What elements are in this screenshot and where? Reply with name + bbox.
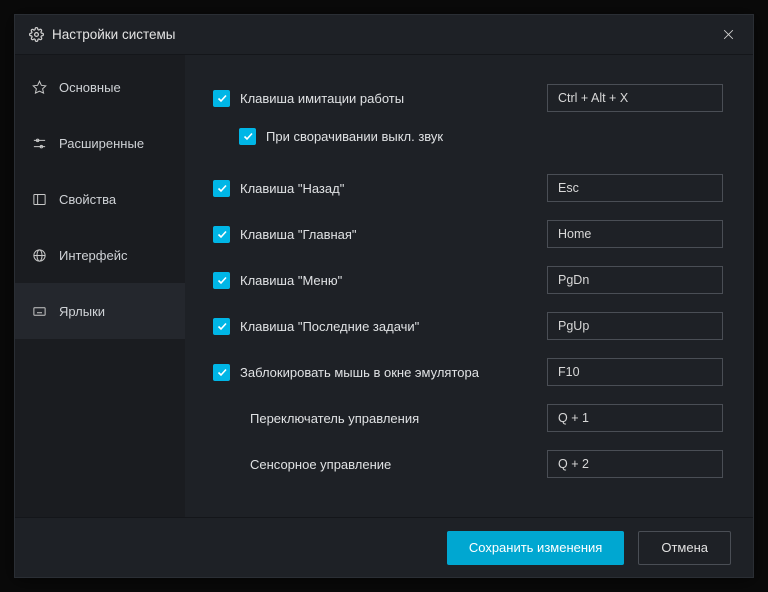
shortcut-menu-key[interactable]: PgDn <box>547 266 723 294</box>
row-ctrl-switch: Переключатель управления Q + 1 <box>213 397 723 439</box>
footer: Сохранить изменения Отмена <box>15 517 753 577</box>
sidebar: Основные Расширенные Свойства Интерфейс … <box>15 55 185 517</box>
content-panel: Клавиша имитации работы Ctrl + Alt + X П… <box>185 55 753 517</box>
checkbox-sim-mute[interactable] <box>239 128 256 145</box>
label-menu-key: Клавиша "Меню" <box>240 273 342 288</box>
sidebar-item-label: Ярлыки <box>59 304 105 319</box>
sidebar-item-label: Расширенные <box>59 136 144 151</box>
star-icon <box>31 80 47 95</box>
shortcut-touch-ctrl[interactable]: Q + 2 <box>547 450 723 478</box>
label-recent-key: Клавиша "Последние задачи" <box>240 319 419 334</box>
checkbox-home-key[interactable] <box>213 226 230 243</box>
sidebar-item-label: Основные <box>59 80 121 95</box>
label-lock-mouse: Заблокировать мышь в окне эмулятора <box>240 365 479 380</box>
sidebar-item-interface[interactable]: Интерфейс <box>15 227 185 283</box>
label-sim-mute: При сворачивании выкл. звук <box>266 129 443 144</box>
settings-window: Настройки системы Основные Расширенные С… <box>14 14 754 578</box>
shortcut-recent-key[interactable]: PgUp <box>547 312 723 340</box>
gear-icon <box>29 27 44 42</box>
checkbox-back-key[interactable] <box>213 180 230 197</box>
label-ctrl-switch: Переключатель управления <box>250 411 419 426</box>
titlebar: Настройки системы <box>15 15 753 55</box>
sidebar-item-basic[interactable]: Основные <box>15 59 185 115</box>
sidebar-item-label: Интерфейс <box>59 248 127 263</box>
sliders-icon <box>31 136 47 151</box>
row-sim-mute: При сворачивании выкл. звук <box>213 115 723 157</box>
sidebar-item-label: Свойства <box>59 192 116 207</box>
globe-icon <box>31 248 47 263</box>
shortcut-back-key[interactable]: Esc <box>547 174 723 202</box>
label-sim-key: Клавиша имитации работы <box>240 91 404 106</box>
row-menu-key: Клавиша "Меню" PgDn <box>213 259 723 301</box>
checkbox-recent-key[interactable] <box>213 318 230 335</box>
keyboard-icon <box>31 304 47 319</box>
label-home-key: Клавиша "Главная" <box>240 227 357 242</box>
row-sim-key: Клавиша имитации работы Ctrl + Alt + X <box>213 77 723 119</box>
row-recent-key: Клавиша "Последние задачи" PgUp <box>213 305 723 347</box>
window-body: Основные Расширенные Свойства Интерфейс … <box>15 55 753 517</box>
sidebar-item-properties[interactable]: Свойства <box>15 171 185 227</box>
save-button[interactable]: Сохранить изменения <box>447 531 625 565</box>
shortcut-sim-key[interactable]: Ctrl + Alt + X <box>547 84 723 112</box>
label-touch-ctrl: Сенсорное управление <box>250 457 391 472</box>
close-button[interactable] <box>718 24 739 45</box>
row-home-key: Клавиша "Главная" Home <box>213 213 723 255</box>
cancel-button[interactable]: Отмена <box>638 531 731 565</box>
label-back-key: Клавиша "Назад" <box>240 181 344 196</box>
row-back-key: Клавиша "Назад" Esc <box>213 167 723 209</box>
window-title: Настройки системы <box>52 27 176 42</box>
checkbox-menu-key[interactable] <box>213 272 230 289</box>
layout-icon <box>31 192 47 207</box>
checkbox-lock-mouse[interactable] <box>213 364 230 381</box>
row-lock-mouse: Заблокировать мышь в окне эмулятора F10 <box>213 351 723 393</box>
row-touch-ctrl: Сенсорное управление Q + 2 <box>213 443 723 485</box>
checkbox-sim-key[interactable] <box>213 90 230 107</box>
shortcut-home-key[interactable]: Home <box>547 220 723 248</box>
shortcut-lock-mouse[interactable]: F10 <box>547 358 723 386</box>
shortcut-ctrl-switch[interactable]: Q + 1 <box>547 404 723 432</box>
sidebar-item-advanced[interactable]: Расширенные <box>15 115 185 171</box>
sidebar-item-shortcuts[interactable]: Ярлыки <box>15 283 185 339</box>
